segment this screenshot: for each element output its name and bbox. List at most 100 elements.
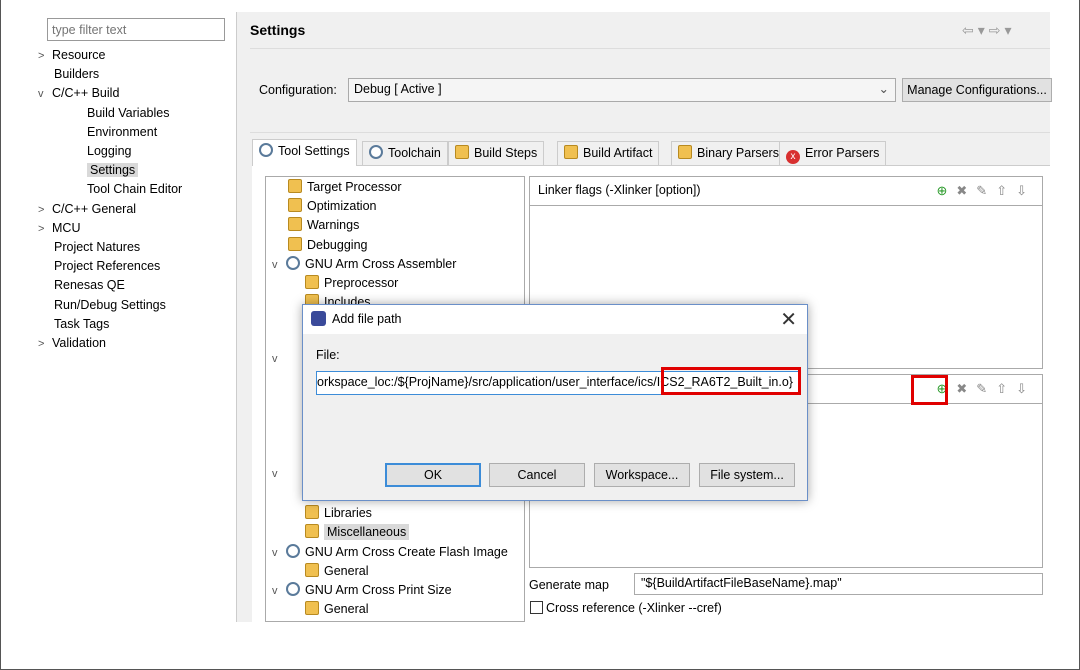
add-icon[interactable]: ⊕	[936, 183, 956, 198]
nav-item-label: Build Variables	[87, 105, 170, 120]
highlight-box	[661, 367, 801, 395]
tree-item-label: Warnings	[307, 218, 360, 232]
generate-map-input[interactable]: "${BuildArtifactFileBaseName}.map"	[634, 573, 1043, 595]
folder-icon	[288, 237, 302, 251]
divider	[250, 132, 1050, 133]
move-down-icon[interactable]: ⇩	[1016, 381, 1036, 396]
chevron-down-icon[interactable]: v	[272, 468, 278, 480]
binary-parsers-icon	[678, 145, 692, 159]
linker-flags-label: Linker flags (-Xlinker [option])	[538, 183, 701, 197]
chevron-right-icon[interactable]: >	[38, 220, 52, 239]
chevron-right-icon[interactable]: >	[38, 47, 52, 66]
chevron-right-icon[interactable]: >	[38, 201, 52, 220]
tool-icon	[286, 582, 300, 596]
nav-item[interactable]: Builders	[54, 65, 99, 84]
move-up-icon[interactable]: ⇧	[996, 381, 1016, 396]
file-label: File:	[316, 348, 340, 362]
manage-configurations-button[interactable]: Manage Configurations...	[902, 78, 1052, 102]
nav-item[interactable]: Project Natures	[54, 238, 140, 257]
folder-icon	[305, 563, 319, 577]
nav-item-label: Task Tags	[54, 316, 110, 331]
checkbox[interactable]	[530, 601, 543, 614]
nav-item[interactable]: Build Variables	[87, 104, 169, 123]
tree-item[interactable]: v GNU Arm Cross Create Flash Image	[272, 544, 508, 559]
tree-item[interactable]: Debugging	[288, 237, 367, 252]
tree-item[interactable]: v GNU Arm Cross Print Size	[272, 582, 452, 597]
tab-error-parsers[interactable]: x Error Parsers	[779, 141, 887, 165]
nav-item-label: Logging	[87, 144, 132, 158]
nav-item[interactable]: Environment	[87, 123, 157, 142]
edit-icon[interactable]: ✎	[976, 183, 996, 198]
tree-item[interactable]: Target Processor	[288, 179, 401, 194]
delete-icon[interactable]: ✖	[956, 381, 976, 396]
chevron-down-icon[interactable]: v	[272, 353, 278, 365]
delete-icon[interactable]: ✖	[956, 183, 976, 198]
nav-item[interactable]: Task Tags	[54, 315, 109, 334]
tree-item[interactable]: Preprocessor	[305, 275, 398, 290]
configuration-select[interactable]: Debug [ Active ] ⌄	[348, 78, 896, 102]
folder-icon	[305, 505, 319, 519]
nav-item[interactable]: Settings	[87, 161, 139, 180]
cross-reference-label: Cross reference (-Xlinker --cref)	[546, 601, 722, 615]
edit-icon[interactable]: ✎	[976, 381, 996, 396]
nav-item[interactable]: Logging	[87, 142, 132, 161]
nav-item-label: Builders	[54, 67, 100, 82]
chevron-down-icon[interactable]: v	[272, 547, 286, 559]
tree-item-label: General	[324, 602, 369, 616]
chevron-down-icon[interactable]: v	[38, 85, 52, 104]
nav-item[interactable]: v C/C++ Build	[38, 84, 120, 103]
tree-item[interactable]: General	[305, 563, 368, 578]
file-system-button[interactable]: File system...	[699, 463, 795, 487]
nav-item[interactable]: > Resource	[38, 46, 106, 65]
nav-item[interactable]: Renesas QE	[54, 276, 125, 295]
nav-item[interactable]: Tool Chain Editor	[87, 180, 182, 199]
nav-item[interactable]: > MCU	[38, 219, 80, 238]
tab-binary-parsers[interactable]: Binary Parsers	[671, 141, 786, 165]
tree-item[interactable]: General	[305, 601, 368, 616]
tree-item[interactable]: Optimization	[288, 198, 376, 213]
cross-reference-checkbox[interactable]: Cross reference (-Xlinker --cref)	[530, 601, 722, 615]
filter-input[interactable]	[47, 18, 225, 41]
tree-item-label: Target Processor	[307, 180, 402, 194]
chevron-right-icon[interactable]: >	[38, 335, 52, 354]
tab-build-artifact[interactable]: Build Artifact	[557, 141, 660, 165]
chevron-down-icon[interactable]: v	[272, 259, 286, 271]
tree-item-label: General	[324, 564, 369, 578]
tree-item[interactable]: Warnings	[288, 217, 359, 232]
tree-item[interactable]: v GNU Arm Cross Assembler	[272, 256, 456, 271]
list-toolbar: ⊕✖✎⇧⇩	[936, 381, 1036, 397]
tree-item-label: GNU Arm Cross Assembler	[305, 257, 457, 271]
nav-item-label: Project References	[54, 259, 161, 274]
tree-item-label: GNU Arm Cross Print Size	[305, 583, 452, 597]
close-icon[interactable]: ✕	[780, 307, 797, 332]
tree-item-label: Debugging	[307, 238, 368, 252]
move-up-icon[interactable]: ⇧	[996, 183, 1016, 198]
folder-icon	[305, 524, 319, 538]
list-toolbar: ⊕✖✎⇧⇩	[936, 183, 1036, 199]
workspace-button[interactable]: Workspace...	[594, 463, 690, 487]
folder-icon	[288, 198, 302, 212]
nav-item-label: Environment	[87, 124, 158, 139]
tree-item[interactable]: Miscellaneous	[305, 524, 410, 540]
tab-label: Build Steps	[474, 146, 538, 160]
ok-button[interactable]: OK	[385, 463, 481, 487]
tab-toolchain[interactable]: Toolchain	[362, 141, 448, 165]
highlight-box	[911, 375, 948, 405]
nav-item[interactable]: Run/Debug Settings	[54, 296, 166, 315]
tab-build-steps[interactable]: Build Steps	[448, 141, 545, 165]
tree-item-label: Miscellaneous	[324, 524, 410, 540]
nav-item-label: C/C++ Build	[52, 86, 120, 101]
add-file-path-dialog: Add file path ✕ File: orkspace_loc:/${Pro…	[302, 304, 808, 501]
move-down-icon[interactable]: ⇩	[1016, 183, 1036, 198]
cancel-button[interactable]: Cancel	[489, 463, 585, 487]
tab-tool-settings[interactable]: Tool Settings	[252, 139, 357, 166]
tab-label: Tool Settings	[278, 144, 350, 158]
nav-item[interactable]: > C/C++ General	[38, 200, 136, 219]
nav-item[interactable]: Project References	[54, 257, 160, 276]
back-forward-icon[interactable]: ⇦▾⇨▾	[962, 22, 1016, 39]
chevron-down-icon[interactable]: v	[272, 585, 286, 597]
nav-item[interactable]: > Validation	[38, 334, 106, 353]
tree-item-label: Libraries	[324, 506, 372, 520]
tree-item[interactable]: Libraries	[305, 505, 372, 520]
nav-item-label: Settings	[87, 163, 139, 178]
